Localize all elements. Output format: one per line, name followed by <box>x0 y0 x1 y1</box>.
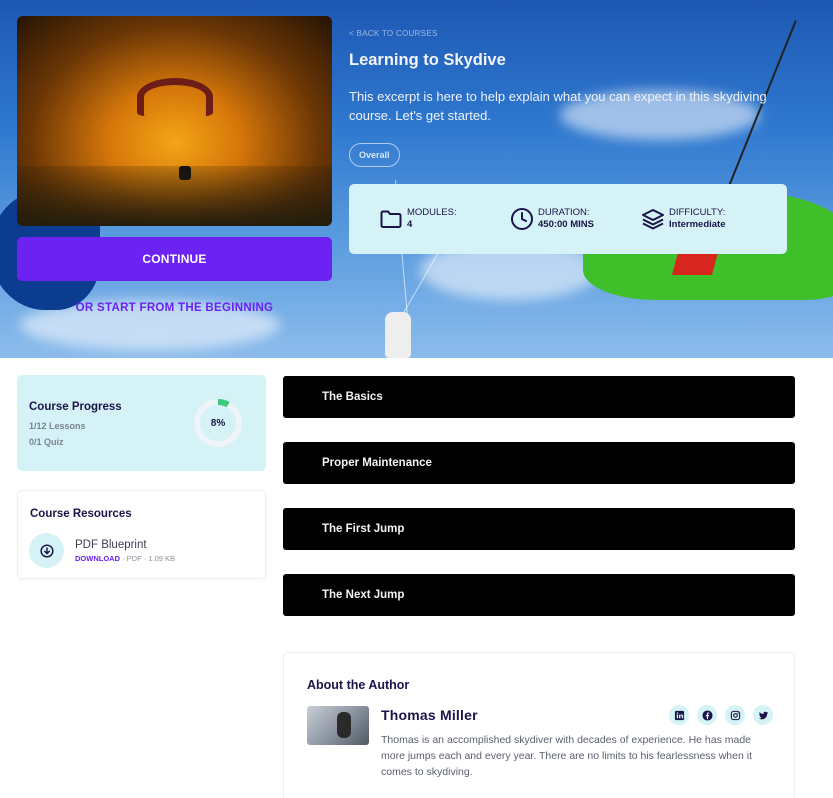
course-progress-card: Course Progress 1/12 Lessons 0/1 Quiz 8% <box>17 375 266 471</box>
resource-meta: DOWNLOAD · PDF · 1.09 KB <box>75 554 175 563</box>
resource-name: PDF Blueprint <box>75 539 147 551</box>
progress-lessons: 1/12 Lessons <box>29 421 86 431</box>
twitter-icon[interactable] <box>753 705 773 725</box>
resource-file-info: · PDF · 1.09 KB <box>120 554 176 563</box>
stat-value: 450:00 MINS <box>538 219 594 230</box>
progress-quiz: 0/1 Quiz <box>29 437 64 447</box>
progress-title: Course Progress <box>29 401 122 413</box>
author-bio: Thomas is an accomplished skydiver with … <box>381 734 752 778</box>
course-stats: MODULES: 4 DURATION: 450:00 MINS DIFFICU… <box>349 184 787 254</box>
folder-icon <box>380 210 402 228</box>
resource-download-link[interactable]: DOWNLOAD <box>75 554 120 563</box>
restart-link[interactable]: OR START FROM THE BEGINNING <box>17 302 332 314</box>
stat-duration: DURATION: 450:00 MINS <box>510 207 641 231</box>
linkedin-icon[interactable] <box>669 705 689 725</box>
author-name: Thomas Miller <box>381 707 478 723</box>
clock-icon <box>511 208 533 230</box>
continue-button[interactable]: CONTINUE <box>17 237 332 281</box>
course-thumbnail <box>17 16 332 226</box>
course-title: Learning to Skydive <box>349 51 506 69</box>
stat-label: MODULES: <box>407 207 457 218</box>
stat-value: Intermediate <box>669 219 726 230</box>
stat-value: 4 <box>407 219 413 230</box>
instagram-icon[interactable] <box>725 705 745 725</box>
resources-title: Course Resources <box>30 508 132 520</box>
module-item[interactable]: The Basics <box>283 376 795 418</box>
author-heading: About the Author <box>307 678 410 692</box>
level-badge: Overall <box>349 143 400 167</box>
course-hero: CONTINUE OR START FROM THE BEGINNING < B… <box>0 0 833 358</box>
back-to-courses-link[interactable]: < BACK TO COURSES <box>349 29 438 38</box>
course-resources-card: Course Resources PDF Blueprint DOWNLOAD … <box>17 490 266 579</box>
course-description: This excerpt is here to help explain wha… <box>349 89 767 123</box>
hero-skydiver <box>385 312 411 358</box>
stat-difficulty: DIFFICULTY: Intermediate <box>641 207 772 231</box>
stat-label: DIFFICULTY: <box>669 207 726 218</box>
layers-icon <box>642 209 664 230</box>
author-card: About the Author Thomas Miller Thomas is… <box>283 652 795 798</box>
facebook-icon[interactable] <box>697 705 717 725</box>
stat-label: DURATION: <box>538 207 590 218</box>
module-item[interactable]: The First Jump <box>283 508 795 550</box>
module-item[interactable]: The Next Jump <box>283 574 795 616</box>
stat-modules: MODULES: 4 <box>379 207 510 231</box>
progress-percent: 8% <box>210 417 226 429</box>
author-avatar <box>307 706 369 745</box>
download-icon[interactable] <box>29 533 64 568</box>
module-item[interactable]: Proper Maintenance <box>283 442 795 484</box>
